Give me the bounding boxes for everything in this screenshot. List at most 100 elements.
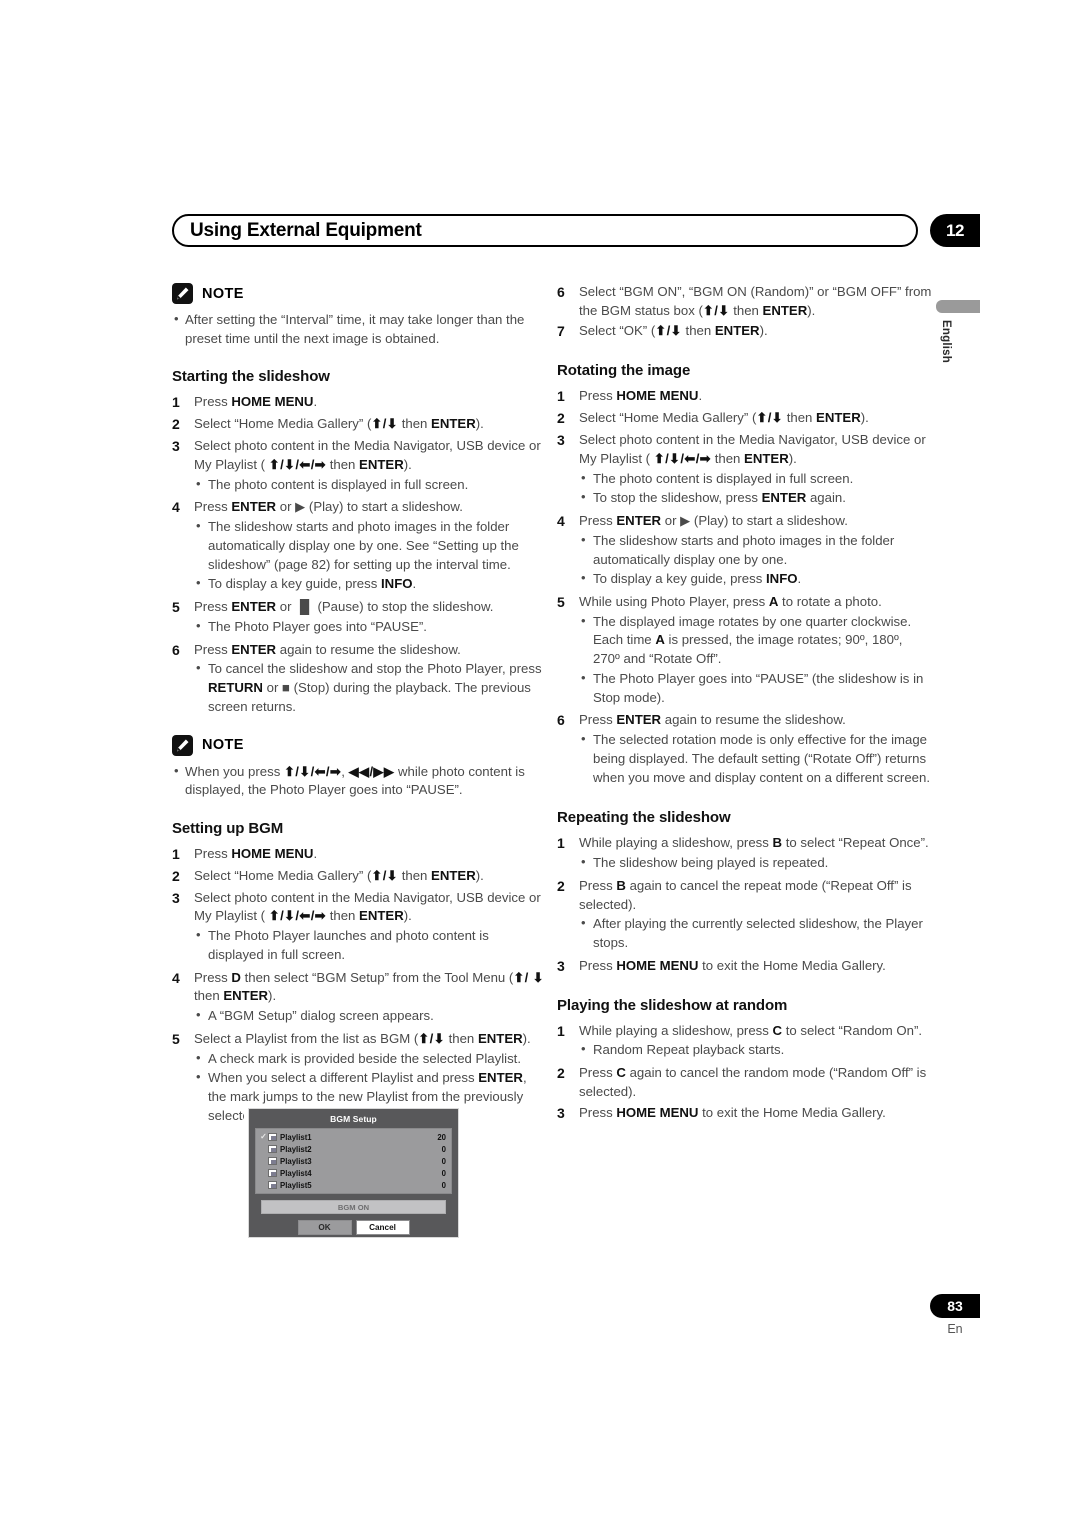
step-body: Press D then select “BGM Setup” from the… [194,969,547,1028]
right-column: 6 Select “BGM ON”, “BGM ON (Random)” or “… [557,283,932,1125]
procedure-step: 2 Select “Home Media Gallery” (⬆/⬇ then E… [172,415,547,435]
step-text: Select photo content in the Media Naviga… [579,432,926,466]
page-language-code: En [947,1322,963,1336]
step-text: Select “OK” (⬆/⬇ then ENTER). [579,323,768,339]
note-bullet: When you press ⬆/⬇/⬅/➡, ◀◀/▶▶ while phot… [172,761,547,800]
step-number: 2 [172,416,180,433]
playlist-row[interactable]: Playlist3 0 [259,1155,448,1167]
ok-button[interactable]: OK [297,1220,352,1235]
step-body: Select “Home Media Gallery” (⬆/⬇ then EN… [194,415,547,435]
step-number: 3 [172,889,180,906]
step-bullets: The displayed image rotates by one quart… [579,612,932,708]
step-bullet: Random Repeat playback starts. [579,1040,932,1060]
procedure-step: 1 Press HOME MENU. [557,387,932,407]
procedure-step: 6 Press ENTER again to resume the slidesh… [172,641,547,719]
step-text: Select “BGM ON”, “BGM ON (Random)” or “B… [579,284,932,318]
step-bullet: The photo content is displayed in full s… [579,469,932,489]
step-text: Select “Home Media Gallery” (⬆/⬇ then EN… [194,416,484,432]
step-bullet: The selected rotation mode is only effec… [579,730,932,787]
step-text: Select photo content in the Media Naviga… [194,889,541,924]
bgm-setup-dialog: BGM Setup ✓ Playlist1 20 Playlist2 0 Playlist… [248,1108,459,1238]
procedure-step: 4 Press ENTER or ▶ (Play) to start a slid… [172,498,547,596]
step-text: Press ENTER again to resume the slidesho… [194,641,461,657]
step-text: Select a Playlist from the list as BGM (… [194,1030,531,1046]
playlist-name: Playlist1 [280,1132,312,1142]
steps-repeating-slideshow: 1 While playing a slideshow, press B to s… [557,834,932,976]
step-bullets: A “BGM Setup” dialog screen appears. [194,1006,547,1026]
playlist-file-icon [268,1133,277,1141]
step-body: Select “BGM ON”, “BGM ON (Random)” or “B… [579,283,932,320]
step-number: 7 [557,323,565,340]
step-body: Press HOME MENU to exit the Home Media G… [579,1104,932,1124]
left-column: NOTE After setting the “Interval” time, … [172,283,547,1130]
playlist-track-count: 20 [437,1132,446,1142]
step-bullet: The photo content is displayed in full s… [194,475,547,495]
language-label-vertical: English [940,320,952,363]
playlist-name: Playlist5 [280,1180,312,1190]
section-heading-repeating-slideshow: Repeating the slideshow [557,809,731,827]
step-text: Press HOME MENU. [194,845,318,861]
procedure-step: 3 Select photo content in the Media Navig… [172,437,547,496]
playlist-row[interactable]: ✓ Playlist1 20 [259,1131,448,1143]
step-body: Select “OK” (⬆/⬇ then ENTER). [579,322,932,342]
note-heading: NOTE [172,734,547,756]
step-body: Press ENTER or ▐▌ (Pause) to stop the sl… [194,598,547,638]
playlist-row[interactable]: Playlist2 0 [259,1143,448,1155]
language-tab-marker [936,300,980,313]
step-number: 5 [172,599,180,616]
step-number: 2 [557,410,565,427]
note-block-middle: NOTE When you press ⬆/⬇/⬅/➡, ◀◀/▶▶ while… [172,734,547,800]
procedure-step: 1 While playing a slideshow, press C to s… [557,1022,932,1062]
step-number: 6 [557,284,565,300]
playlist-name: Playlist4 [280,1168,312,1178]
procedure-step: 7 Select “OK” (⬆/⬇ then ENTER). [557,322,932,342]
step-number: 3 [557,432,565,449]
step-number: 4 [557,513,565,530]
step-number: 3 [172,438,180,455]
step-text: Press D then select “BGM Setup” from the… [194,969,544,1004]
playlist-row[interactable]: Playlist5 0 [259,1179,448,1191]
step-bullet: After playing the currently selected sli… [579,914,932,952]
note-label-text: NOTE [202,285,244,302]
procedure-step: 3 Select photo content in the Media Navig… [557,431,932,510]
procedure-step: 2 Press B again to cancel the repeat mode… [557,877,932,955]
step-text: Press C again to cancel the random mode … [579,1065,927,1099]
procedure-step: 3 Press HOME MENU to exit the Home Media … [557,1104,932,1124]
step-number: 2 [172,867,180,884]
steps-playing-random: 1 While playing a slideshow, press C to s… [557,1022,932,1124]
playlist-row[interactable]: Playlist4 0 [259,1167,448,1179]
section-heading-rotating-image: Rotating the image [557,362,691,380]
check-icon: ✓ [260,1132,267,1141]
step-number: 3 [557,957,565,974]
step-text: Press HOME MENU. [194,394,318,410]
step-bullet: A check mark is provided beside the sele… [194,1049,547,1069]
procedure-step: 3 Press HOME MENU to exit the Home Media … [557,957,932,977]
step-body: While using Photo Player, press A to rot… [579,593,932,709]
steps-rotating-image: 1 Press HOME MENU. 2 Select “Home Media Gal… [557,387,932,789]
step-body: Select photo content in the Media Naviga… [194,437,547,496]
bgm-setup-dialog-title: BGM Setup [330,1114,377,1124]
steps-bgm-continued: 6 Select “BGM ON”, “BGM ON (Random)” or “… [557,283,932,342]
step-text: Press HOME MENU. [579,388,703,404]
step-body: While playing a slideshow, press C to se… [579,1022,932,1062]
cancel-button[interactable]: Cancel [355,1220,410,1235]
step-number: 1 [557,388,565,405]
playlist-track-count: 0 [441,1144,446,1154]
step-body: Press B again to cancel the repeat mode … [579,877,932,955]
step-number: 6 [557,712,565,729]
step-body: Press C again to cancel the random mode … [579,1064,932,1101]
manual-page: Using External Equipment 12 English 83 E… [0,0,1080,1528]
step-bullet: The slideshow starts and photo images in… [194,517,547,574]
step-body: Press ENTER or ▶ (Play) to start a slide… [579,512,932,591]
procedure-step: 5 While using Photo Player, press A to ro… [557,593,932,709]
step-bullet: The Photo Player goes into “PAUSE”. [194,617,547,637]
step-bullets: The Photo Player launches and photo cont… [194,926,547,964]
step-text: While playing a slideshow, press C to se… [579,1022,923,1038]
bgm-status-box[interactable]: BGM ON [261,1200,446,1214]
step-bullet: The displayed image rotates by one quart… [579,612,932,669]
procedure-step: 3 Select photo content in the Media Navig… [172,889,547,967]
step-body: Select “Home Media Gallery” (⬆/⬇ then EN… [194,867,547,887]
playlist-file-icon [268,1181,277,1189]
step-number: 1 [557,1022,565,1039]
page-header: Using External Equipment [172,214,918,247]
